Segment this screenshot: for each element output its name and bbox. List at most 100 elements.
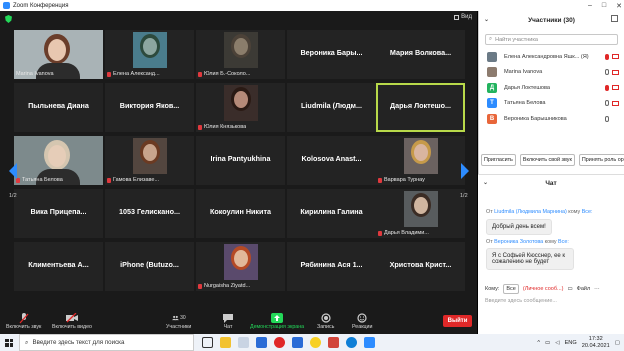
- record-button[interactable]: Запись: [317, 312, 334, 330]
- video-tile[interactable]: Виктория Яков...: [105, 83, 194, 132]
- sender-name[interactable]: Вероника Золотова: [494, 239, 543, 245]
- clock[interactable]: 17:32 20.04.2021: [582, 336, 610, 349]
- previous-page-arrow-icon[interactable]: [8, 163, 18, 179]
- language-indicator[interactable]: ENG: [565, 340, 577, 346]
- share-screen-button[interactable]: Демонстрация экрана: [250, 312, 304, 330]
- participant-row[interactable]: Елена Александровна Яшк... (Я): [479, 49, 624, 65]
- sender-name[interactable]: Liudmila (Людмила Марнина): [494, 209, 567, 215]
- participant-row[interactable]: Marina Ivanova: [479, 65, 624, 81]
- video-tile[interactable]: Вероника Бары...: [287, 30, 376, 79]
- next-page-arrow-icon[interactable]: [460, 163, 470, 179]
- mic-muted-icon[interactable]: [605, 84, 609, 91]
- video-tile[interactable]: Nurgaisha Ziyatd...: [196, 242, 285, 291]
- windows-taskbar: ⌕ Введите здесь текст для поиска ^ ▭ ◁ E…: [0, 334, 624, 351]
- video-tile[interactable]: Дарья Владими...: [376, 189, 465, 238]
- mic-muted-icon[interactable]: [605, 53, 609, 60]
- participant-row[interactable]: Д Дарья Локтешова: [479, 80, 624, 96]
- word-icon[interactable]: [256, 337, 267, 348]
- tile-participant-name: Кирилина Галина: [300, 207, 363, 216]
- close-icon[interactable]: ✕: [616, 2, 622, 10]
- notifications-icon[interactable]: ▢: [615, 340, 620, 346]
- video-tile[interactable]: Христова Крист...: [376, 242, 465, 291]
- encryption-shield-icon[interactable]: [5, 15, 12, 23]
- mic-icon[interactable]: [605, 69, 609, 76]
- video-tile[interactable]: Татьяна Белова: [14, 136, 103, 185]
- minimize-icon[interactable]: –: [588, 2, 592, 9]
- leave-button[interactable]: Выйти: [443, 315, 472, 327]
- start-video-button[interactable]: Включить видео: [52, 312, 92, 330]
- video-tile[interactable]: Пыльнева Диана: [14, 83, 103, 132]
- maximize-icon[interactable]: □: [602, 2, 606, 9]
- view-button[interactable]: Вид: [454, 14, 472, 20]
- tile-participant-name: 1053 Гелискано...: [119, 207, 180, 216]
- recipient-select[interactable]: Все: [503, 284, 519, 294]
- zoom-window: Zoom Конференция – □ ✕ Вид Marina Ivanov…: [0, 0, 624, 351]
- chat-message-input[interactable]: Введите здесь сообщение...: [478, 298, 624, 304]
- video-tile[interactable]: 1053 Гелискано...: [105, 189, 194, 238]
- tile-participant-name: Мария Волкова...: [389, 48, 452, 57]
- volume-icon[interactable]: ◁: [555, 340, 559, 346]
- video-tile[interactable]: iPhone (Butuzo...: [105, 242, 194, 291]
- chat-button[interactable]: Чат: [221, 312, 235, 330]
- camera-off-icon: [612, 85, 619, 91]
- unmute-self-button[interactable]: Включить свой звук: [519, 154, 575, 166]
- unmute-button[interactable]: Включить звук: [6, 312, 41, 330]
- page-indicator-left: 1/2: [9, 193, 17, 199]
- mic-icon[interactable]: [605, 115, 609, 122]
- tray-arrow-icon[interactable]: ^: [537, 340, 540, 346]
- video-tile[interactable]: Marina Ivanova: [14, 30, 103, 79]
- edge-icon[interactable]: [346, 337, 357, 348]
- participants-button[interactable]: 30 Участники: [166, 312, 191, 330]
- mic-icon[interactable]: [605, 100, 609, 107]
- participant-search-input[interactable]: ⌕ Найти участника: [485, 34, 618, 45]
- video-tile[interactable]: Кокоулин Никита: [196, 189, 285, 238]
- share-screen-label: Демонстрация экрана: [250, 324, 305, 330]
- task-view-icon[interactable]: [202, 337, 213, 348]
- video-tile[interactable]: Рябинина Ася 1...: [287, 242, 376, 291]
- video-tile[interactable]: Гамова Елизаве...: [105, 136, 194, 185]
- yandex-browser-icon[interactable]: [274, 337, 285, 348]
- file-button[interactable]: Файл: [577, 286, 591, 292]
- tile-participant-name: Вероника Бары...: [300, 48, 363, 57]
- zoom-taskbar-icon[interactable]: [364, 337, 375, 348]
- camera-off-icon: [612, 100, 619, 106]
- reactions-button[interactable]: Реакции: [352, 312, 372, 330]
- video-tile[interactable]: Дарья Локтешо...: [376, 83, 465, 132]
- video-label: Включить видео: [52, 324, 92, 330]
- video-tile[interactable]: Liudmila (Людм...: [287, 83, 376, 132]
- network-icon[interactable]: ▭: [545, 340, 550, 346]
- invite-button[interactable]: Пригласить: [481, 154, 516, 166]
- powerpoint-icon[interactable]: [328, 337, 339, 348]
- windows-start-icon[interactable]: [5, 338, 13, 347]
- video-tile[interactable]: Irina Pantyukhina: [196, 136, 285, 185]
- tile-participant-name: Виктория Яков...: [119, 101, 180, 110]
- video-tile[interactable]: Елена Александ...: [105, 30, 194, 79]
- claim-host-button[interactable]: Принять роль организатора: [578, 154, 624, 166]
- file-icon[interactable]: ▭: [567, 286, 572, 292]
- collapse-chevron-icon[interactable]: ⌄: [483, 179, 488, 186]
- participants-count: 30: [180, 315, 186, 321]
- yandex-icon[interactable]: [310, 337, 321, 348]
- store-icon[interactable]: [238, 337, 249, 348]
- tile-participant-name: Кокоулин Никита: [210, 207, 271, 216]
- video-tile[interactable]: Климентьева А...: [14, 242, 103, 291]
- participants-icon: 30: [171, 312, 186, 324]
- taskbar-search-input[interactable]: ⌕ Введите здесь текст для поиска: [19, 334, 194, 351]
- video-tile[interactable]: Юлия Б.-Соколо...: [196, 30, 285, 79]
- video-tile[interactable]: Kolosova Anast...: [287, 136, 376, 185]
- file-explorer-icon[interactable]: [220, 337, 231, 348]
- video-tile[interactable]: Мария Волкова...: [376, 30, 465, 79]
- participants-label: Участники: [166, 324, 192, 330]
- mail-icon[interactable]: [292, 337, 303, 348]
- video-tile[interactable]: Кирилина Галина: [287, 189, 376, 238]
- camera-off-icon: [612, 54, 619, 60]
- video-tile[interactable]: Юлия Князькова: [196, 83, 285, 132]
- popout-icon[interactable]: [611, 15, 618, 22]
- collapse-chevron-icon[interactable]: ⌄: [484, 16, 489, 23]
- avatar: [487, 51, 497, 62]
- participant-row[interactable]: В Вероника Барышникова: [479, 111, 624, 127]
- more-icon[interactable]: ···: [594, 286, 600, 292]
- video-tile[interactable]: Вика Прицепа...: [14, 189, 103, 238]
- participant-row[interactable]: Т Татьяна Белова: [479, 96, 624, 112]
- video-tile[interactable]: Варвара Турнау: [376, 136, 465, 185]
